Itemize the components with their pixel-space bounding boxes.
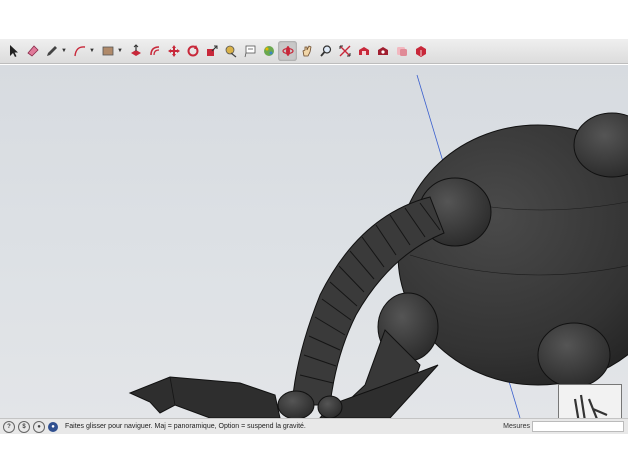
- extension-manager-tool-button[interactable]: [411, 41, 430, 61]
- status-hint-text: Faites glisser pour naviguer. Maj = pano…: [65, 423, 306, 430]
- extension-warehouse-icon: [377, 47, 388, 55]
- rectangle-tool-button[interactable]: [98, 41, 117, 61]
- rectangle-dropdown-caret[interactable]: ▼: [117, 41, 123, 61]
- eraser-tool-button[interactable]: [23, 41, 42, 61]
- arc-tool-button[interactable]: [70, 41, 89, 61]
- move-tool-button[interactable]: [164, 41, 183, 61]
- 3d-viewport[interactable]: [0, 65, 628, 418]
- model-scene[interactable]: [0, 65, 628, 418]
- push-pull-tool-button[interactable]: [126, 41, 145, 61]
- measures-input[interactable]: [532, 421, 624, 432]
- side-joint[interactable]: [537, 322, 611, 388]
- zoom-extents-icon: [339, 45, 350, 57]
- layout-icon: [396, 47, 407, 56]
- arc-icon: [73, 46, 85, 57]
- claw-joint[interactable]: [277, 390, 315, 418]
- user-icon[interactable]: ●: [33, 420, 45, 433]
- measures-label: Mesures: [503, 423, 530, 430]
- select-tool-button[interactable]: [4, 41, 23, 61]
- text-icon: [244, 45, 255, 58]
- paint-bucket-tool-button[interactable]: [259, 41, 278, 61]
- main-toolbar: ▼ ▼ ▼: [0, 39, 628, 64]
- warehouse-tool-button[interactable]: [354, 41, 373, 61]
- zoom-icon: [319, 45, 331, 57]
- tape-measure-icon: [225, 45, 236, 58]
- info-icon[interactable]: ?: [3, 420, 15, 433]
- text-tool-button[interactable]: [240, 41, 259, 61]
- offset-tool-button[interactable]: [145, 41, 164, 61]
- rotate-tool-button[interactable]: [183, 41, 202, 61]
- pan-tool-button[interactable]: [297, 41, 316, 61]
- credits-icon[interactable]: $: [18, 420, 30, 433]
- sketchup-window: ▼ ▼ ▼ ? $ ● ● Faites glisser pour navigu…: [0, 39, 628, 434]
- tape-measure-tool-button[interactable]: [221, 41, 240, 61]
- orbit-icon: [281, 46, 294, 56]
- scale-icon: [206, 45, 217, 56]
- pencil-tool-button[interactable]: [42, 41, 61, 61]
- layout-tool-button[interactable]: [392, 41, 411, 61]
- orbit-tool-button[interactable]: [278, 41, 297, 61]
- move-icon: [167, 45, 180, 57]
- pencil-dropdown-caret[interactable]: ▼: [61, 41, 67, 61]
- select-icon: [9, 45, 18, 57]
- rotate-icon: [187, 45, 198, 57]
- pencil-icon: [46, 46, 57, 56]
- rectangle-icon: [102, 46, 113, 56]
- arc-dropdown-caret[interactable]: ▼: [89, 41, 95, 61]
- scale-tool-button[interactable]: [202, 41, 221, 61]
- zoom-extents-tool-button[interactable]: [335, 41, 354, 61]
- claw-joint[interactable]: [317, 395, 343, 418]
- extension-manager-icon: [415, 46, 426, 57]
- zoom-tool-button[interactable]: [316, 41, 335, 61]
- paint-bucket-icon: [263, 46, 274, 56]
- offset-icon: [149, 46, 159, 56]
- eraser-icon: [26, 45, 39, 57]
- push-pull-icon: [130, 44, 141, 56]
- pan-icon: [302, 45, 311, 57]
- geolocation-icon[interactable]: ●: [48, 421, 58, 432]
- warehouse-icon: [358, 47, 369, 55]
- left-blade[interactable]: [128, 376, 281, 418]
- extension-warehouse-tool-button[interactable]: [373, 41, 392, 61]
- status-bar: ? $ ● ● Faites glisser pour naviguer. Ma…: [0, 418, 628, 434]
